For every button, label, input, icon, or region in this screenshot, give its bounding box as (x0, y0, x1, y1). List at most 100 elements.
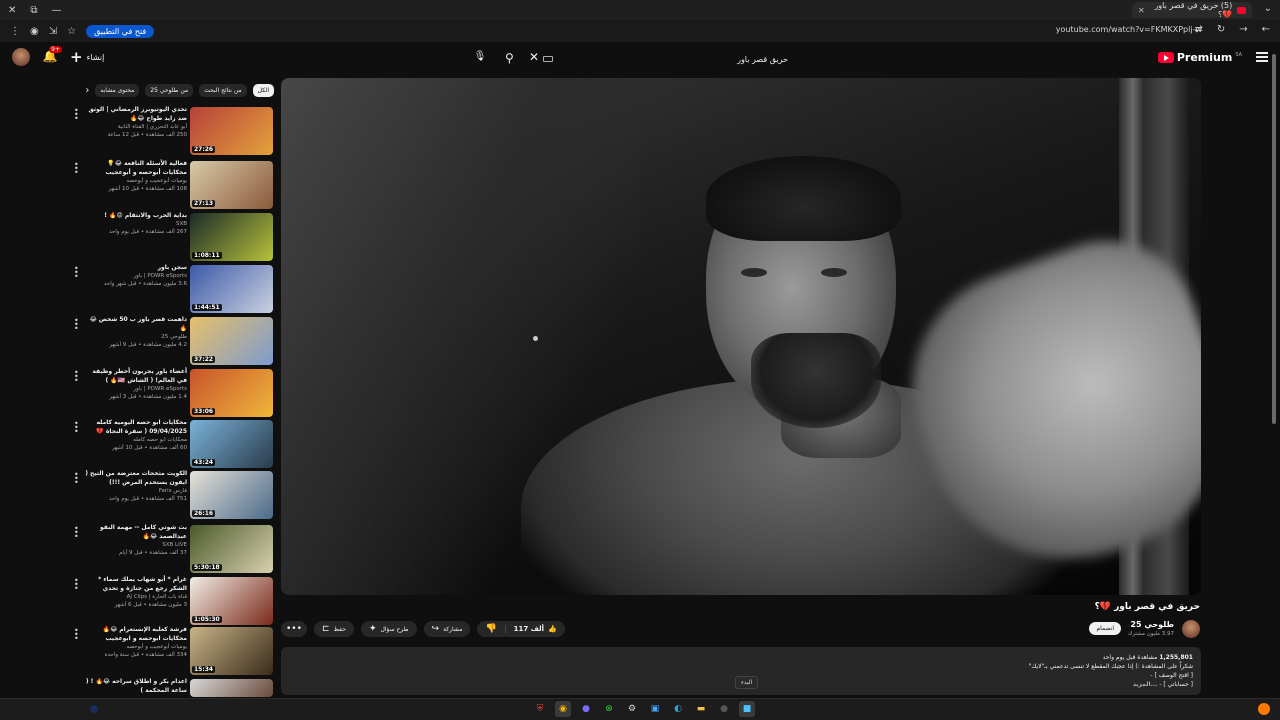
save-button[interactable]: ⊏ حفظ (313, 621, 354, 637)
share-button[interactable]: ↪ مشاركة (423, 621, 471, 637)
related-video-channel[interactable]: فارس Faris (83, 487, 187, 495)
install-icon[interactable]: ⇲ (49, 26, 57, 37)
clear-search-icon[interactable]: ✕ (529, 50, 539, 64)
chips-next-chevron-icon[interactable]: ‹ (85, 85, 89, 96)
more-options-icon[interactable]: • • • (74, 627, 79, 643)
video-thumbnail[interactable]: 27:13 (190, 161, 273, 209)
more-actions-button[interactable]: ••• (281, 621, 307, 637)
edge-icon[interactable]: ◐ (670, 701, 686, 717)
url-field[interactable]: youtube.com/watch?v=FKMKXPplj-w (1056, 25, 1202, 34)
more-options-icon[interactable]: • • • (74, 265, 79, 281)
video-player[interactable] (281, 78, 1201, 595)
related-video-item[interactable]: 5:30:18 بث شوتي كامل -- مهمة البقو عبدالص… (70, 523, 275, 575)
page-scrollbar[interactable] (1272, 46, 1276, 696)
ask-button[interactable]: ✦ طرح سؤال (360, 621, 417, 637)
video-thumbnail[interactable]: 33:06 (190, 369, 273, 417)
like-button[interactable]: 117 ألف 👍 (504, 625, 565, 633)
related-video-item[interactable]: 33:06 أعضاء باور يجربون أخطر وظيفة في الع… (70, 367, 275, 419)
browser-menu-icon[interactable]: ⋮ (10, 26, 20, 37)
chip-from-search[interactable]: من نتائج البحث (199, 83, 247, 97)
tab-close-icon[interactable]: ✕ (1138, 6, 1145, 15)
related-video-title[interactable]: بث شوتي كامل -- مهمة البقو عبدالصمد 😂🔥 (83, 523, 187, 541)
more-options-icon[interactable]: • • • (74, 317, 79, 333)
chat-app-icon[interactable]: ● (578, 701, 594, 717)
account-avatar[interactable] (12, 48, 30, 66)
related-video-channel[interactable]: أبو عابد التحرري | القناة الثانية (83, 123, 187, 131)
video-thumbnail[interactable]: 26:16 (190, 471, 273, 519)
related-video-item[interactable]: 43:24 محكايات ابو حصه اليوميه كامله 09/04… (70, 418, 275, 470)
create-button[interactable]: + إنشاء (70, 48, 104, 66)
related-video-title[interactable]: سجن باور (83, 263, 187, 272)
youtube-premium-logo[interactable]: Premium SA (1157, 51, 1242, 64)
video-thumbnail[interactable]: 1:05:30 (190, 577, 273, 625)
related-video-title[interactable]: محكايات ابو حصه اليوميه كامله 09/04/2025… (83, 418, 187, 436)
chip-all[interactable]: الكل (252, 83, 274, 97)
file-explorer-icon[interactable]: ▬ (693, 701, 709, 717)
channel-avatar[interactable] (1182, 620, 1200, 638)
related-video-item[interactable]: 15:34 فرشة كعلبه الإنستغرام 😂🔥 محكايات اب… (70, 625, 275, 677)
chip-from-channel[interactable]: من طلوحي 25 (145, 83, 194, 97)
more-options-icon[interactable]: • • • (74, 369, 79, 385)
related-video-item[interactable]: 26:16 الكويت مثخحات معترضة من التيح ( ايف… (70, 469, 275, 521)
related-video-channel[interactable]: طلوحي 25 (83, 333, 187, 341)
chip-similar[interactable]: محتوى مشابه (95, 83, 140, 97)
video-thumbnail[interactable]: 1:08:11 (190, 213, 273, 261)
related-video-channel[interactable]: POWR eSports | باور (83, 272, 187, 280)
related-video-item[interactable]: اعدام بكر و اطلاق سراحه 😂🔥 ! ( ساعة المح… (70, 677, 275, 697)
scrollbar-thumb[interactable] (1272, 54, 1276, 424)
join-button[interactable]: انضمام (1089, 622, 1121, 635)
show-more-button[interactable]: ...المزيد (1133, 681, 1158, 688)
forward-icon[interactable]: → (1239, 24, 1247, 35)
xbox-icon[interactable]: ⊗ (601, 701, 617, 717)
related-video-item[interactable]: 37:22 داهمت قصر باور ب 50 شخص 😂🔥 طلوحي 25 4… (70, 315, 275, 367)
video-thumbnail[interactable]: 37:22 (190, 317, 273, 365)
search-box[interactable]: حريق قصر باور ✕ ⚲ 🎙 (474, 48, 800, 70)
app-dot-icon[interactable]: ● (716, 701, 732, 717)
reload-icon[interactable]: ↻ (1217, 24, 1225, 35)
video-thumbnail[interactable]: 15:34 (190, 627, 273, 675)
related-video-title[interactable]: فرشة كعلبه الإنستغرام 😂🔥 محكايات ابوحصه … (83, 625, 187, 643)
more-options-icon[interactable]: • • • (74, 577, 79, 593)
related-video-title[interactable]: أعضاء باور يجربون أخطر وظيفة في العالم! … (83, 367, 187, 385)
more-options-icon[interactable]: • • • (74, 525, 79, 541)
related-video-channel[interactable]: SXB LIVE (83, 541, 187, 549)
tab-list-chevron-icon[interactable]: ⌄ (1264, 3, 1272, 14)
video-thumbnail[interactable] (190, 679, 273, 697)
related-video-title[interactable]: الكويت مثخحات معترضة من التيح ( ايفون يس… (83, 469, 187, 487)
start-button[interactable]: ■ (739, 701, 755, 717)
search-input[interactable]: حريق قصر باور (525, 55, 800, 64)
related-video-channel[interactable]: يوميات أبوعجيب و أبوحصه (83, 643, 187, 651)
related-video-channel[interactable]: يوميات أبوعجيب و أبوحصه (83, 177, 187, 185)
related-video-title[interactable]: فعالية الأسئلة النافعة 😂💡 محكايات أبوحصه… (83, 159, 187, 177)
window-minimize-icon[interactable]: — (52, 5, 62, 16)
related-video-item[interactable]: 1:44:51 سجن باور POWR eSports | باور 3.6 مل… (70, 263, 275, 315)
video-thumbnail[interactable]: 43:24 (190, 420, 273, 468)
widgets-icon[interactable] (90, 705, 98, 713)
keyboard-icon[interactable] (543, 56, 553, 62)
more-options-icon[interactable]: • • • (74, 107, 79, 123)
back-icon[interactable]: ← (1262, 24, 1270, 35)
video-thumbnail[interactable]: 5:30:18 (190, 525, 273, 573)
more-options-icon[interactable]: • • • (74, 471, 79, 487)
chrome-icon[interactable]: ◉ (555, 701, 571, 717)
browser-tab-youtube[interactable]: (5) حريق في قصر باور 💔؟ ✕ (1132, 1, 1252, 19)
window-restore-icon[interactable]: ⧉ (30, 5, 37, 16)
related-video-title[interactable]: بداية الحرب والانتقام 😡🔥 ! (83, 211, 187, 220)
search-icon[interactable]: ⚲ (505, 51, 514, 65)
guide-menu-icon[interactable] (1256, 52, 1268, 62)
tab-search-icon[interactable]: ⇄ (1194, 24, 1202, 35)
related-video-item[interactable]: 27:13 فعالية الأسئلة النافعة 😂💡 محكايات أ… (70, 159, 275, 211)
related-video-item[interactable]: 1:05:30 غرام * أبو شهاب يملك سماء * الشكر… (70, 575, 275, 627)
open-in-app-button[interactable]: فتح في التطبيق (86, 24, 155, 38)
bookmark-star-icon[interactable]: ☆ (67, 26, 76, 37)
notifications-bell-icon[interactable]: 🔔 9+ (42, 46, 62, 65)
related-video-title[interactable]: داهمت قصر باور ب 50 شخص 😂🔥 (83, 315, 187, 333)
profile-icon[interactable]: ◉ (30, 26, 39, 37)
related-video-title[interactable]: تحدي اليوتيوبرز الرمضاني | الوثق ضد زايد… (83, 105, 188, 123)
related-video-channel[interactable]: POWR eSports | باور (83, 385, 187, 393)
related-video-channel[interactable]: قناة باب الحارة | AJ Clips (83, 593, 187, 601)
more-options-icon[interactable]: • • • (74, 420, 79, 436)
shield-app-icon[interactable]: ⛨ (532, 701, 548, 717)
related-video-channel[interactable]: SXB (83, 220, 187, 228)
settings-gear-icon[interactable]: ⚙ (624, 701, 640, 717)
